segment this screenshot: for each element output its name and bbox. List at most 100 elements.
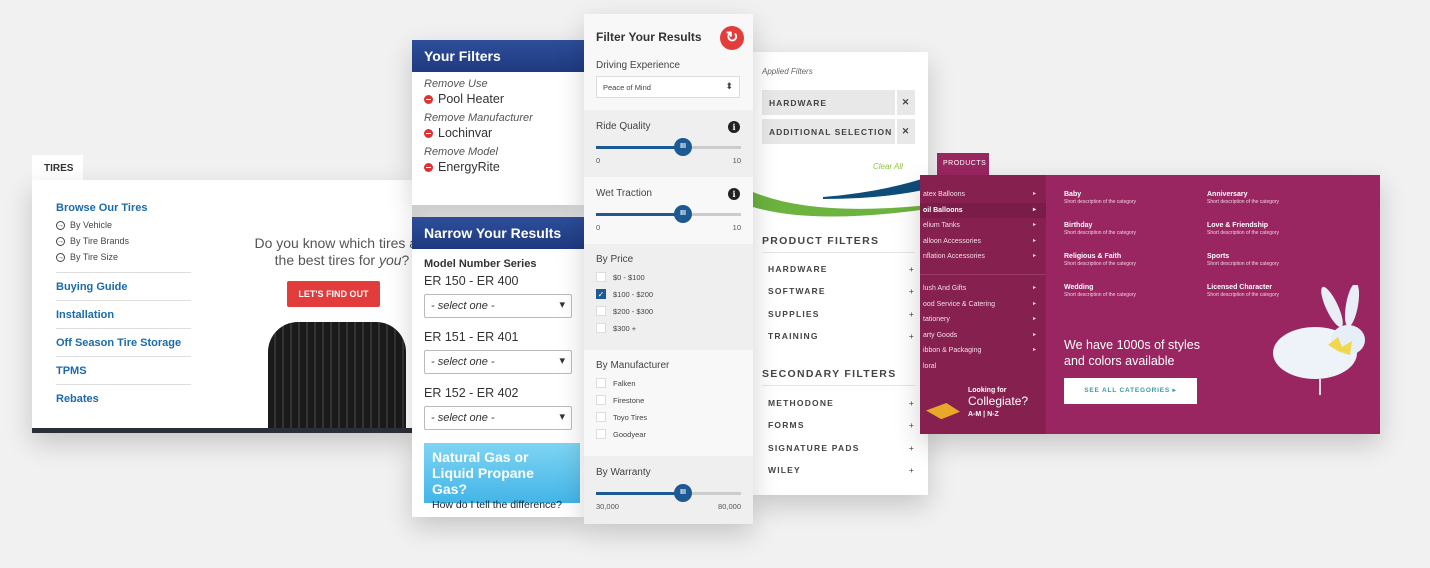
category-menu-item[interactable]: atex Balloons <box>920 187 1046 203</box>
warranty-slider[interactable]: III <box>596 484 741 502</box>
filter-item[interactable]: FORMS + <box>768 420 915 430</box>
wet-traction-slider[interactable]: III <box>596 205 741 223</box>
slider-handle[interactable]: III <box>674 484 692 502</box>
category-link[interactable]: Sports Short description of the category <box>1207 253 1279 267</box>
category-name: Baby <box>1064 191 1082 198</box>
close-icon[interactable]: ✕ <box>895 119 915 144</box>
info-icon[interactable]: i <box>728 188 740 200</box>
item-label: WILEY <box>768 465 801 475</box>
tpms-link[interactable]: TPMS <box>56 356 191 384</box>
category-menu-item[interactable]: loral <box>920 359 1046 375</box>
remove-filter-manufacturer[interactable]: Remove Manufacturer Lochinvar <box>424 112 572 140</box>
checkbox[interactable] <box>596 306 606 316</box>
checkbox[interactable] <box>596 378 606 388</box>
manufacturer-option[interactable]: Toyo Tires <box>596 412 741 422</box>
filter-item[interactable]: SIGNATURE PADS + <box>768 443 915 453</box>
remove-icon[interactable] <box>424 128 433 138</box>
by-tire-brands-link[interactable]: → By Tire Brands <box>56 236 191 246</box>
product-filters-heading: PRODUCT FILTERS <box>762 235 915 253</box>
collegiate-kicker: Looking for <box>968 387 1007 394</box>
browse-tires-link[interactable]: Browse Our Tires <box>56 202 191 214</box>
remove-filter-use[interactable]: Remove Use Pool Heater <box>424 78 572 106</box>
tire-storage-link[interactable]: Off Season Tire Storage <box>56 328 191 356</box>
clear-all-link[interactable]: Clear All <box>873 162 903 171</box>
price-option[interactable]: $0 - $100 <box>596 272 741 282</box>
manufacturer-option[interactable]: Goodyear <box>596 429 741 439</box>
checkbox[interactable] <box>596 412 606 422</box>
plus-icon[interactable]: + <box>909 309 915 319</box>
rebates-link[interactable]: Rebates <box>56 384 191 412</box>
price-option[interactable]: $300 + <box>596 323 741 333</box>
plus-icon[interactable]: + <box>909 420 915 430</box>
price-option[interactable]: ✓ $100 - $200 <box>596 289 741 299</box>
checkbox[interactable] <box>596 272 606 282</box>
arrow-circle-icon: → <box>56 220 65 230</box>
manufacturer-option[interactable]: Firestone <box>596 395 741 405</box>
filter-item[interactable]: SUPPLIES + <box>768 309 915 319</box>
see-all-categories-button[interactable]: SEE ALL CATEGORIES ▸ <box>1064 378 1197 404</box>
plus-icon[interactable]: + <box>909 398 915 408</box>
category-link[interactable]: Birthday Short description of the categor… <box>1064 222 1136 236</box>
filter-item[interactable]: WILEY + <box>768 465 915 475</box>
plus-icon[interactable]: + <box>909 331 915 341</box>
ride-quality-slider[interactable]: III <box>596 138 741 156</box>
gas-type-promo[interactable]: Natural Gas or Liquid Propane Gas? How do… <box>424 443 580 511</box>
checkbox[interactable] <box>596 395 606 405</box>
promo-subtitle: How do I tell the difference? <box>432 499 562 511</box>
info-icon[interactable]: i <box>728 121 740 133</box>
checkbox[interactable] <box>596 429 606 439</box>
products-tab[interactable]: PRODUCTS <box>937 153 989 176</box>
installation-link[interactable]: Installation <box>56 300 191 328</box>
category-menu-item[interactable]: tationery <box>920 312 1046 328</box>
category-menu-item[interactable]: elium Tanks <box>920 218 1046 234</box>
category-link[interactable]: Anniversary Short description of the cate… <box>1207 191 1279 205</box>
plus-icon[interactable]: + <box>909 286 915 296</box>
series-select[interactable]: - select one - <box>424 294 572 318</box>
category-menu-item[interactable]: alloon Accessories <box>920 234 1046 250</box>
reset-icon[interactable]: ↻ <box>720 26 744 50</box>
checkbox[interactable]: ✓ <box>596 289 606 299</box>
option-label: Toyo Tires <box>613 412 648 422</box>
series-select[interactable]: - select one - <box>424 406 572 430</box>
driving-experience-select[interactable]: Peace of Mind <box>596 76 740 98</box>
close-icon[interactable]: ✕ <box>895 90 915 115</box>
category-menu-item[interactable]: lush And Gifts <box>920 281 1046 297</box>
by-tire-size-link[interactable]: → By Tire Size <box>56 252 191 262</box>
tires-tab[interactable]: TIRES <box>32 155 83 181</box>
category-menu-item[interactable]: ood Service & Catering <box>920 297 1046 313</box>
option-label: $200 - $300 <box>613 306 654 316</box>
category-link[interactable]: Baby Short description of the category <box>1064 191 1136 205</box>
plus-icon[interactable]: + <box>909 465 915 475</box>
category-link[interactable]: Wedding Short description of the category <box>1064 284 1136 298</box>
category-description: Short description of the category <box>1064 261 1136 267</box>
remove-filter-model[interactable]: Remove Model EnergyRite <box>424 146 572 174</box>
filter-item[interactable]: SOFTWARE + <box>768 286 915 296</box>
collegiate-promo: Looking for Collegiate? A-M | N-Z <box>968 387 1028 418</box>
collegiate-links[interactable]: A-M | N-Z <box>968 411 1028 418</box>
by-vehicle-link[interactable]: → By Vehicle <box>56 220 191 230</box>
remove-icon[interactable] <box>424 162 433 172</box>
slider-handle[interactable]: III <box>674 205 692 223</box>
category-link[interactable]: Religious & Faith Short description of th… <box>1064 253 1136 267</box>
category-menu-item[interactable]: ibbon & Packaging <box>920 343 1046 359</box>
category-menu-item[interactable]: oil Balloons <box>920 202 1046 219</box>
plus-icon[interactable]: + <box>909 443 915 453</box>
price-option[interactable]: $200 - $300 <box>596 306 741 316</box>
category-link[interactable]: Love & Friendship Short description of th… <box>1207 222 1279 236</box>
plus-icon[interactable]: + <box>909 264 915 274</box>
remove-icon[interactable] <box>424 94 433 104</box>
category-menu-item[interactable]: nflation Accessories <box>920 249 1046 265</box>
manufacturer-option[interactable]: Falken <box>596 378 741 388</box>
series-range: ER 151 - ER 401 <box>424 330 519 344</box>
filter-item[interactable]: TRAINING + <box>768 331 915 341</box>
checkbox[interactable] <box>596 323 606 333</box>
category-menu-item[interactable]: arty Goods <box>920 328 1046 344</box>
lets-find-out-button[interactable]: LET'S FIND OUT <box>287 281 380 307</box>
series-select[interactable]: - select one - <box>424 350 572 374</box>
buying-guide-link[interactable]: Buying Guide <box>56 272 191 300</box>
slider-handle[interactable]: III <box>674 138 692 156</box>
filter-item[interactable]: METHODONE + <box>768 398 915 408</box>
swoosh-graphic <box>753 177 928 217</box>
filter-item[interactable]: HARDWARE + <box>768 264 915 274</box>
option-label: Falken <box>613 378 636 388</box>
